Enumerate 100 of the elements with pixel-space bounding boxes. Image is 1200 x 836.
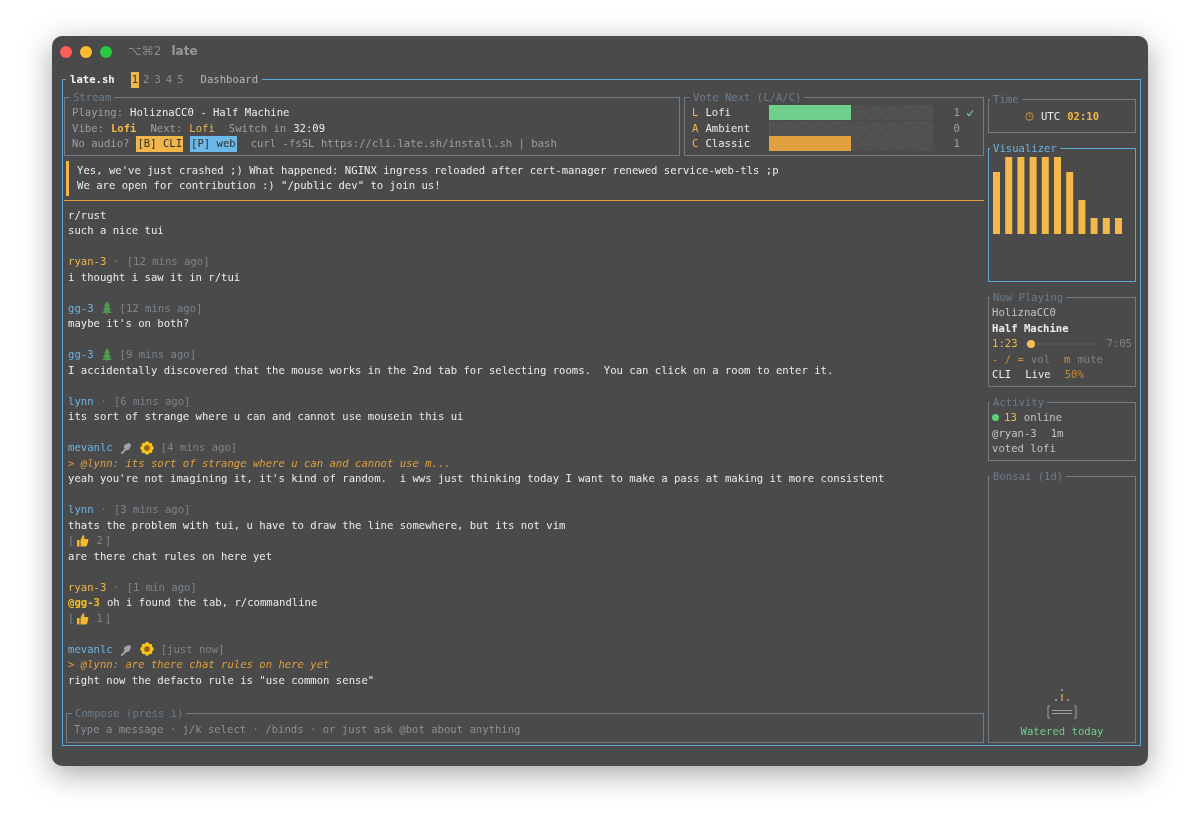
- message-time: [6 mins ago]: [113, 393, 191, 409]
- window-shortcut: ⌥⌘2: [128, 44, 162, 60]
- bracket: ]: [104, 533, 112, 548]
- tab[interactable]: 1: [130, 72, 140, 88]
- window-title: late: [171, 44, 198, 60]
- message-time: [4 mins ago]: [160, 440, 238, 455]
- thumbs-up-icon: [76, 611, 90, 625]
- message-author[interactable]: mevanlc: [68, 440, 113, 456]
- player-button[interactable]: [B] CLI: [136, 136, 184, 152]
- tab[interactable]: 2: [142, 72, 151, 88]
- quoted-reply: > @lynn: its sort of strange where u can and cannot use m...: [68, 455, 452, 471]
- vote-key: C: [692, 136, 699, 152]
- next-label: Next:: [150, 120, 183, 136]
- message-text: right now the defacto rule is "use common sense": [68, 672, 375, 688]
- message-text: yeah you're not imagining it, it's kind of random. i wws just thinking today I want to make a pass at making it more consistent: [68, 471, 885, 486]
- close-button[interactable]: [60, 46, 72, 58]
- activity-text: voted lofi: [992, 441, 1057, 456]
- activity-age: 1m: [1050, 425, 1064, 441]
- time-zone: UTC: [1041, 109, 1061, 124]
- clock-icon: [1025, 112, 1034, 122]
- install-command: curl -fsSL https://cli.late.sh/install.sh | bash: [250, 136, 557, 152]
- next-value: Lofi: [189, 120, 215, 136]
- bonsai-drawing: [1047, 687, 1077, 722]
- online-label: online: [1023, 410, 1063, 425]
- panel-title: Vote Next (L/A/C): [692, 89, 803, 105]
- panel-title: Now Playing: [992, 289, 1065, 305]
- vote-option[interactable]: Ambient: [705, 120, 770, 136]
- online-dot: [992, 414, 999, 422]
- flower-icon: [139, 642, 154, 657]
- panel-title: Bonsai (1d): [992, 468, 1065, 484]
- volume-hint: vol: [1030, 351, 1051, 367]
- message-author[interactable]: gg-3: [68, 300, 94, 316]
- artist-name: HoliznaCC0: [992, 305, 1057, 320]
- tree-icon: [100, 347, 113, 362]
- vote-option[interactable]: Lofi: [705, 105, 770, 121]
- message-time: [12 mins ago]: [126, 254, 210, 269]
- volume-keys: - / =: [992, 351, 1024, 367]
- message-text: oh i found the tab, r/commandline: [106, 595, 318, 610]
- vote-key: A: [692, 120, 699, 136]
- separator-dot: ·: [100, 502, 107, 517]
- bonsai-status: Watered today: [1020, 723, 1104, 739]
- separator-dot: ·: [100, 393, 107, 409]
- switch-label: Switch in: [228, 120, 287, 136]
- message-text: such a nice tui: [68, 223, 164, 238]
- tab[interactable]: 5: [176, 72, 185, 88]
- quoted-reply: > @lynn: are there chat rules on here yet: [68, 657, 331, 672]
- switch-time: 32:09: [293, 120, 326, 136]
- player-button[interactable]: [P] web: [190, 136, 237, 152]
- player-mode: CLI: [992, 367, 1012, 382]
- message-author[interactable]: mevanlc: [68, 641, 113, 657]
- stream-status: Live: [1025, 367, 1051, 382]
- tab[interactable]: 3: [153, 72, 162, 88]
- zoom-button[interactable]: [100, 46, 112, 58]
- tab[interactable]: 4: [164, 72, 174, 88]
- panel-title: Compose (press i): [74, 706, 185, 721]
- app-name: late.sh: [70, 72, 115, 87]
- elapsed-time: 1:23: [992, 336, 1018, 351]
- message-author[interactable]: gg-3: [68, 347, 94, 363]
- message-text: i thought i saw it in r/tui: [68, 269, 241, 285]
- progress-thumb[interactable]: [1027, 339, 1036, 348]
- message-time: [just now]: [160, 641, 225, 657]
- message-author[interactable]: lynn: [68, 393, 94, 409]
- bracket: ]: [104, 610, 112, 626]
- message-author[interactable]: ryan-3: [68, 579, 107, 595]
- compose-field[interactable]: Compose (press i) Type a message · j/k select · /binds · or just ask @bot about anything: [66, 706, 984, 743]
- message-time: [12 mins ago]: [119, 300, 203, 316]
- panel-title: Visualizer: [992, 140, 1058, 156]
- message-author[interactable]: lynn: [68, 502, 94, 518]
- vibe-label: Vibe:: [72, 120, 104, 136]
- announcement-text: We are open for contribution :) "/public dev" to join us!: [77, 178, 442, 193]
- total-time: 7:05: [1106, 336, 1132, 351]
- separator-dot: ·: [113, 579, 120, 595]
- bracket: [: [68, 610, 75, 626]
- online-count: 13: [1004, 410, 1017, 425]
- message-author[interactable]: ryan-3: [68, 254, 107, 270]
- separator-dot: ·: [113, 254, 120, 269]
- reaction-count: 2: [96, 533, 103, 548]
- wrench-icon: [119, 441, 133, 455]
- panel-title: Activity: [992, 394, 1046, 410]
- user-mention[interactable]: @gg-3: [68, 595, 100, 611]
- message-time: [1 min ago]: [126, 579, 197, 595]
- message-input[interactable]: Type a message · j/k select · /binds · or just ask @bot about anything: [74, 721, 976, 737]
- vote-count: 1: [953, 105, 960, 120]
- vote-count: 1: [953, 136, 960, 151]
- vote-option[interactable]: Classic: [705, 136, 770, 152]
- playing-track: HoliznaCC0 - Half Machine: [130, 105, 290, 120]
- bracket: [: [68, 533, 75, 548]
- section-title: Dashboard: [200, 72, 258, 87]
- vote-key: L: [692, 105, 699, 121]
- message-time: [9 mins ago]: [119, 347, 197, 362]
- message-text: maybe it's on both?: [68, 316, 190, 331]
- vote-count: 0: [953, 120, 960, 136]
- message-time: [3 mins ago]: [113, 502, 191, 517]
- wrench-icon: [119, 642, 133, 656]
- panel-title: Time: [992, 91, 1020, 107]
- minimize-button[interactable]: [80, 46, 92, 58]
- message-text: r/rust: [68, 207, 107, 223]
- mute-hint: mute: [1077, 351, 1103, 367]
- no-audio-label: No audio?: [72, 136, 130, 151]
- vibe-value: Lofi: [110, 120, 137, 136]
